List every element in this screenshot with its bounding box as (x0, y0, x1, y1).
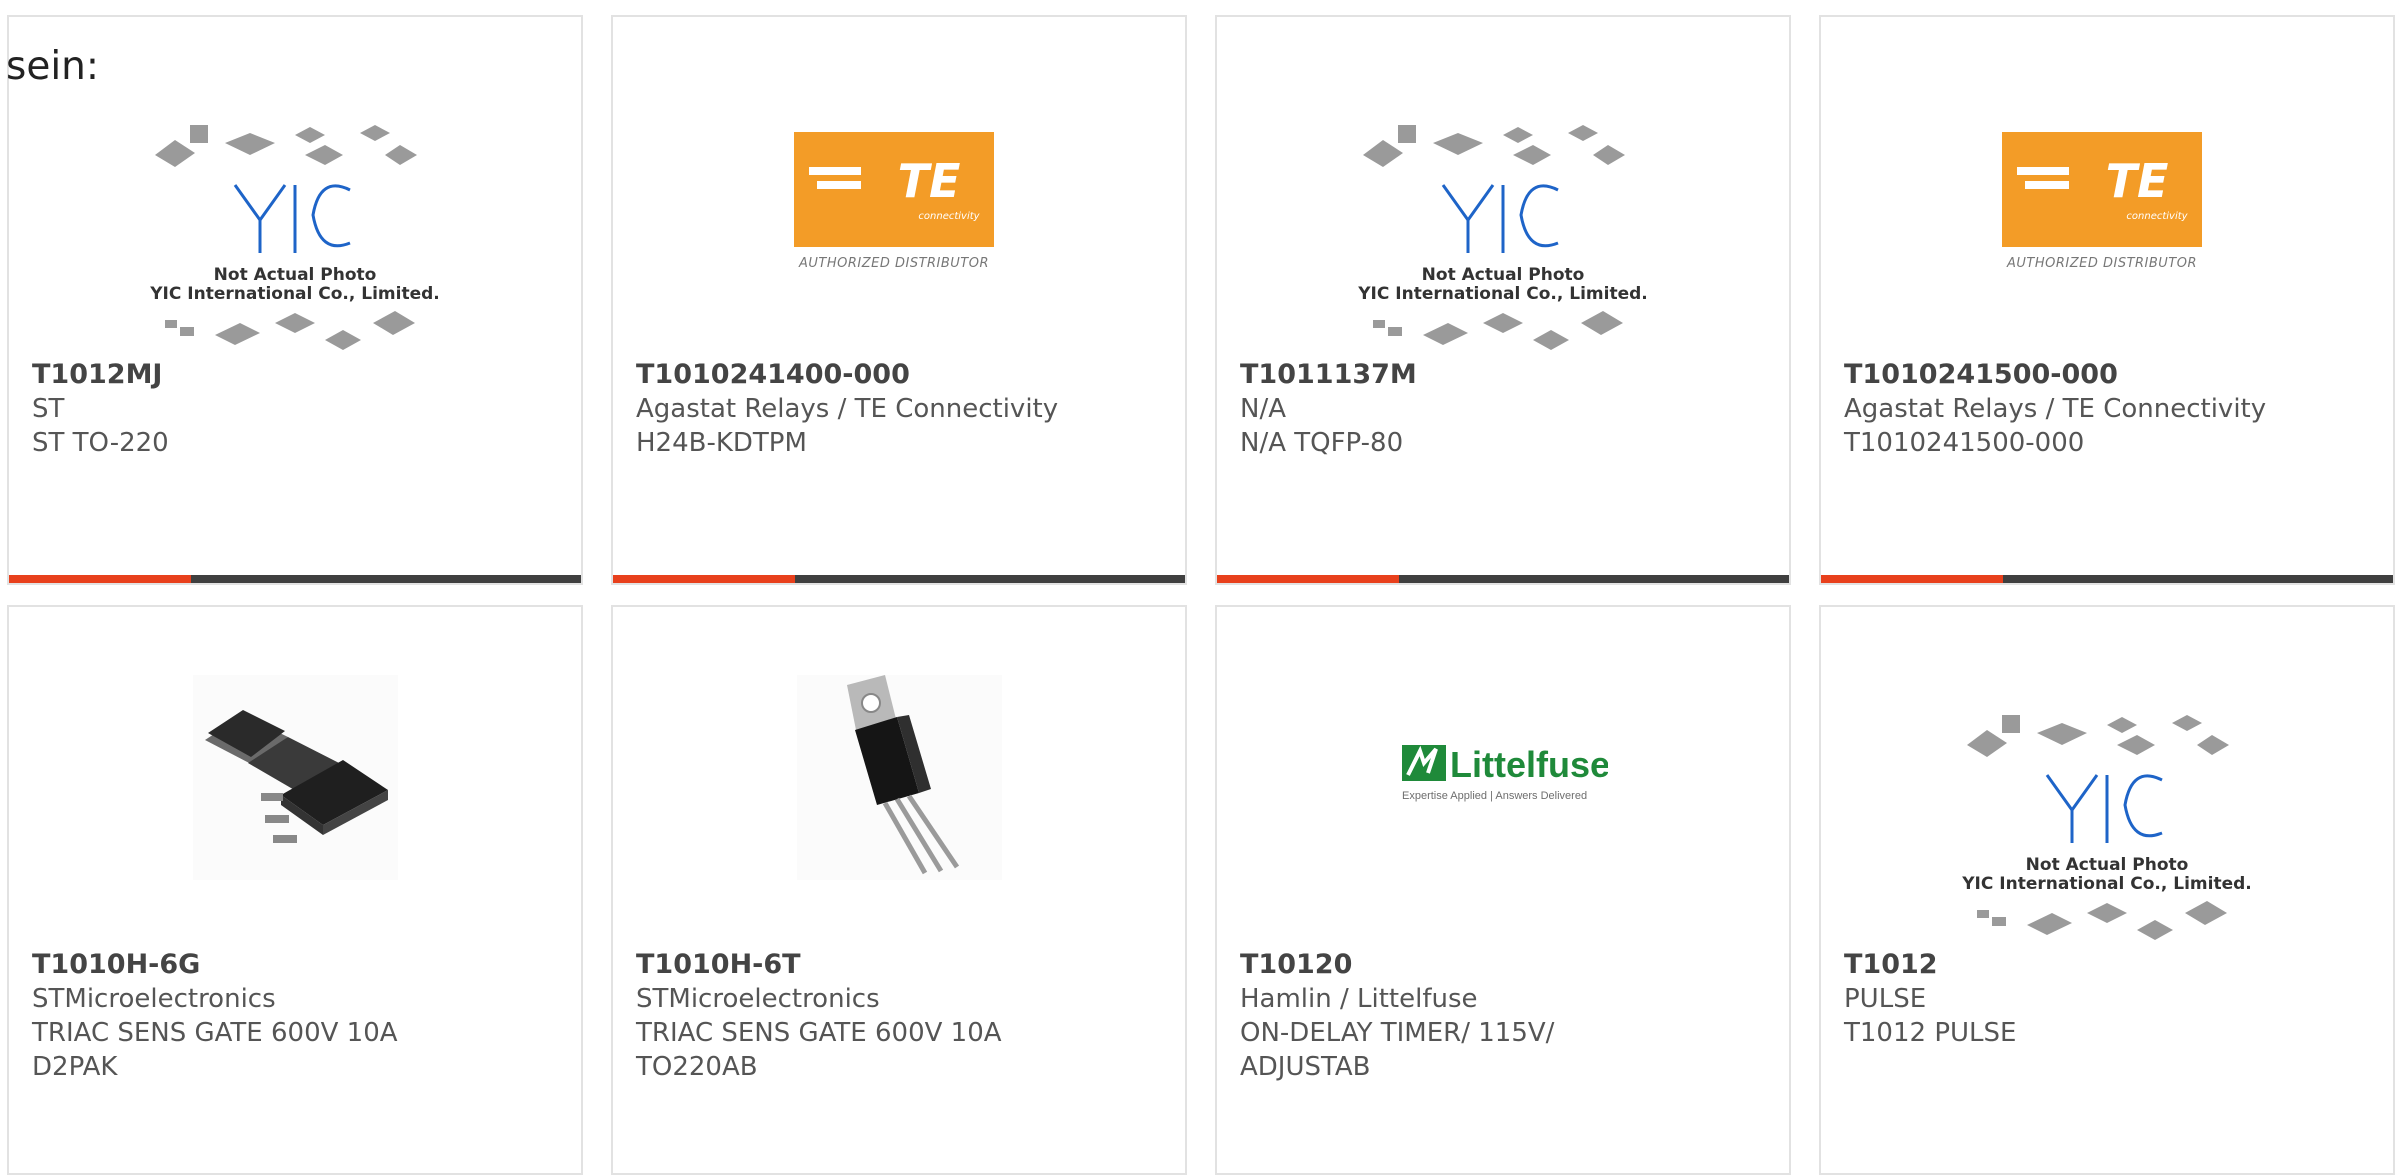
svg-text:Not Actual Photo: Not Actual Photo (1422, 265, 1585, 285)
part-number[interactable]: T1010241500-000 (1844, 358, 2381, 392)
manufacturer: Agastat Relays / TE Connectivity (1844, 394, 2267, 424)
card-accent-bar (1821, 575, 2393, 583)
svg-text:Expertise Applied | Answers De: Expertise Applied | Answers Delivered (1402, 790, 1587, 802)
manufacturer: Agastat Relays / TE Connectivity (636, 394, 1059, 424)
description: H24B-KDTPM (636, 428, 807, 458)
description-line-2: TO220AB (636, 1052, 758, 1082)
te-connectivity-logo: TE connectivity AUTHORIZED DISTRIBUTOR (1821, 117, 2393, 272)
svg-text:YIC International Co., Limited: YIC International Co., Limited. (149, 284, 440, 304)
part-number[interactable]: T1012MJ (32, 358, 569, 392)
product-card[interactable]: T1010H-6T STMicroelectronics TRIAC SENS … (611, 605, 1187, 1175)
manufacturer: N/A (1240, 394, 1286, 424)
product-card[interactable]: Littelfuse Expertise Applied | Answers D… (1215, 605, 1791, 1175)
description: ST TO-220 (32, 428, 169, 458)
product-card[interactable]: T1010H-6G STMicroelectronics TRIAC SENS … (7, 605, 583, 1175)
d2pak-product-photo (9, 675, 581, 880)
yic-placeholder-image: Not Actual Photo YIC International Co., … (1821, 695, 2393, 945)
product-card[interactable]: TE connectivity AUTHORIZED DISTRIBUTOR T… (1819, 15, 2395, 585)
manufacturer: ST (32, 394, 65, 424)
part-number[interactable]: T10120 (1240, 948, 1777, 982)
te-connectivity-logo: TE connectivity AUTHORIZED DISTRIBUTOR (613, 117, 1185, 272)
description: ON-DELAY TIMER/ 115V/ (1240, 1018, 1555, 1048)
card-accent-bar (1217, 575, 1789, 583)
description-line-2: D2PAK (32, 1052, 118, 1082)
card-accent-bar (9, 575, 581, 583)
intro-text: sein: (6, 44, 100, 89)
manufacturer: PULSE (1844, 984, 1927, 1014)
manufacturer: STMicroelectronics (32, 984, 276, 1014)
svg-text:YIC International Co., Limited: YIC International Co., Limited. (1357, 284, 1648, 304)
svg-text:connectivity: connectivity (2126, 211, 2188, 222)
svg-text:YIC International Co., Limited: YIC International Co., Limited. (1961, 874, 2252, 894)
svg-text:connectivity: connectivity (918, 211, 980, 222)
product-card[interactable]: TE connectivity AUTHORIZED DISTRIBUTOR T… (611, 15, 1187, 585)
part-number[interactable]: T1012 (1844, 948, 2381, 982)
product-card[interactable]: Not Actual Photo YIC International Co., … (7, 15, 583, 585)
svg-text:Littelfuse: Littelfuse (1450, 744, 1608, 785)
description: T1012 PULSE (1844, 1018, 2017, 1048)
product-card[interactable]: Not Actual Photo YIC International Co., … (1819, 605, 2395, 1175)
description-line-2: ADJUSTAB (1240, 1052, 1371, 1082)
product-card[interactable]: Not Actual Photo YIC International Co., … (1215, 15, 1791, 585)
yic-placeholder-image: Not Actual Photo YIC International Co., … (9, 105, 581, 355)
yic-placeholder-image: Not Actual Photo YIC International Co., … (1217, 105, 1789, 355)
description: TRIAC SENS GATE 600V 10A (32, 1018, 398, 1048)
part-number[interactable]: T1010241400-000 (636, 358, 1173, 392)
description: TRIAC SENS GATE 600V 10A (636, 1018, 1002, 1048)
to220-product-photo (613, 675, 1185, 880)
manufacturer: Hamlin / Littelfuse (1240, 984, 1478, 1014)
svg-text:AUTHORIZED DISTRIBUTOR: AUTHORIZED DISTRIBUTOR (2006, 256, 2197, 271)
part-number[interactable]: T1010H-6G (32, 948, 569, 982)
description: T1010241500-000 (1844, 428, 2085, 458)
manufacturer: STMicroelectronics (636, 984, 880, 1014)
card-accent-bar (613, 575, 1185, 583)
svg-text:TE: TE (898, 154, 961, 208)
svg-text:TE: TE (2106, 154, 2169, 208)
part-number[interactable]: T1010H-6T (636, 948, 1173, 982)
svg-text:Not Actual Photo: Not Actual Photo (2026, 855, 2189, 875)
svg-text:AUTHORIZED DISTRIBUTOR: AUTHORIZED DISTRIBUTOR (798, 256, 989, 271)
svg-text:Not Actual Photo: Not Actual Photo (214, 265, 377, 285)
part-number[interactable]: T1011137M (1240, 358, 1777, 392)
description: N/A TQFP-80 (1240, 428, 1404, 458)
littelfuse-logo: Littelfuse Expertise Applied | Answers D… (1217, 737, 1789, 817)
